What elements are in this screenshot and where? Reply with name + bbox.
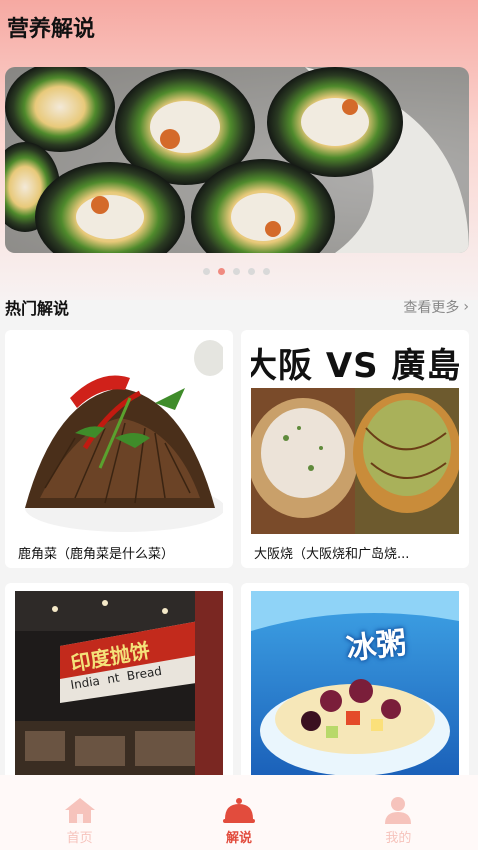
article-card[interactable]: 鹿角菜（鹿角菜是什么菜） <box>5 330 233 568</box>
nav-item-home[interactable]: 首页 <box>0 775 159 850</box>
card-image: 大阪 VS 廣島 <box>251 338 459 534</box>
article-card[interactable]: 大阪 VS 廣島 大阪烧（大阪烧和广岛烧... <box>241 330 469 568</box>
food-cover-icon <box>222 798 255 823</box>
nav-item-profile[interactable]: 我的 <box>319 775 478 850</box>
banner-carousel[interactable] <box>5 67 469 253</box>
card-image-text: 大阪 VS 廣島 <box>251 346 459 386</box>
carousel-dot[interactable] <box>233 268 240 275</box>
article-card[interactable]: 冰粥 <box>241 583 469 783</box>
card-image <box>15 338 223 534</box>
hot-section-header: 热门解说 查看更多 › <box>5 295 469 319</box>
carousel-dot-active[interactable] <box>218 268 225 275</box>
card-image-text: 冰粥 <box>344 625 409 668</box>
banner-image <box>5 67 469 253</box>
home-icon <box>64 798 95 823</box>
card-image: 冰粥 <box>251 591 459 781</box>
see-more-label: 查看更多 <box>403 300 460 316</box>
see-more-link[interactable]: 查看更多 › <box>403 297 469 317</box>
nav-label: 解说 <box>225 831 252 846</box>
nav-label: 我的 <box>385 831 412 846</box>
nav-label: 首页 <box>66 831 93 846</box>
page-title: 营养解说 <box>7 17 96 42</box>
card-title: 鹿角菜（鹿角菜是什么菜） <box>18 547 175 562</box>
article-card[interactable]: 印度抛饼 India nt Bread <box>5 583 233 783</box>
carousel-dot[interactable] <box>263 268 270 275</box>
section-title: 热门解说 <box>5 299 70 318</box>
card-title: 大阪烧（大阪烧和广岛烧... <box>254 547 410 562</box>
carousel-dot[interactable] <box>203 268 210 275</box>
user-icon <box>385 797 412 824</box>
nav-item-explain[interactable]: 解说 <box>159 775 318 850</box>
carousel-indicator <box>203 268 270 275</box>
card-image: 印度抛饼 India nt Bread <box>15 591 223 781</box>
chevron-right-icon: › <box>463 299 469 315</box>
bottom-nav: 首页 解说 我的 <box>0 775 478 850</box>
carousel-dot[interactable] <box>248 268 255 275</box>
